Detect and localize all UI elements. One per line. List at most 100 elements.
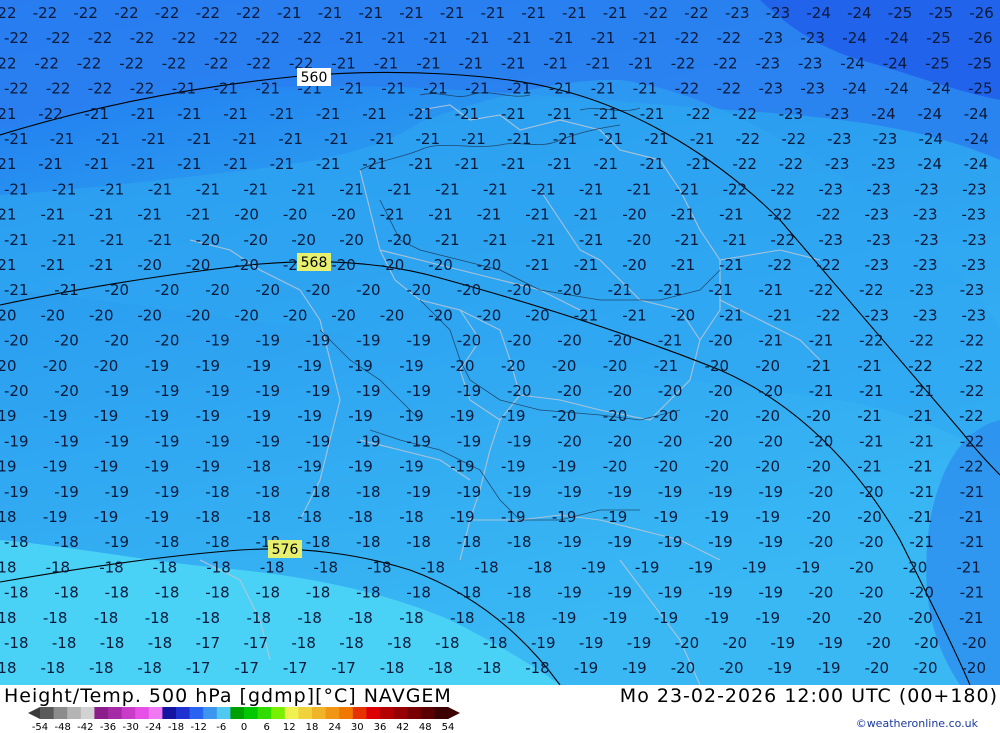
temperature-value: -21 xyxy=(908,458,933,476)
scale-color-swatch xyxy=(121,707,136,719)
temperature-value: -21 xyxy=(633,29,658,47)
temperature-value: -20 xyxy=(380,256,405,274)
temperature-value: -20 xyxy=(719,659,744,677)
temperature-value: -21 xyxy=(591,29,616,47)
temperature-value: -19 xyxy=(348,407,373,425)
temperature-value: -21 xyxy=(658,281,683,299)
temperature-value: -22 xyxy=(162,54,187,72)
temperature-value: -25 xyxy=(968,54,993,72)
temperature-value: -22 xyxy=(713,54,738,72)
temperature-value: -19 xyxy=(457,483,482,501)
temperature-value: -22 xyxy=(909,332,934,350)
scale-color-swatch xyxy=(393,707,408,719)
temperature-value: -19 xyxy=(94,508,119,526)
scale-color-swatch xyxy=(325,707,340,719)
temperature-value: -22 xyxy=(114,4,139,22)
scale-tick-label: 42 xyxy=(396,722,409,731)
temperature-value: -23 xyxy=(825,155,850,173)
temperature-value: -19 xyxy=(356,432,381,450)
temperature-value: -17 xyxy=(283,659,308,677)
temperature-value: -21 xyxy=(671,256,696,274)
temperature-value: -20 xyxy=(756,357,781,375)
temperature-value: -19 xyxy=(574,659,599,677)
isohypse-label-560: 560 xyxy=(297,68,331,86)
temperature-value: -19 xyxy=(603,609,628,627)
temperature-value: -22 xyxy=(816,256,841,274)
temperature-value: -20 xyxy=(186,306,211,324)
temperature-value: -20 xyxy=(54,332,79,350)
temperature-value: -18 xyxy=(41,659,66,677)
temperature-value: -21 xyxy=(291,180,316,198)
temperature-value: -18 xyxy=(387,634,412,652)
scale-tick-label: 36 xyxy=(374,722,387,731)
temperature-value: -21 xyxy=(531,231,556,249)
isohypse-label-560-text: 560 xyxy=(301,70,328,86)
temperature-value: -21 xyxy=(579,180,604,198)
temperature-value: -17 xyxy=(234,659,259,677)
temperature-value: -21 xyxy=(177,105,202,123)
scale-color-swatch xyxy=(40,707,54,719)
temperature-value: -19 xyxy=(608,483,633,501)
temperature-value: -19 xyxy=(579,634,604,652)
temperature-value: -21 xyxy=(409,155,434,173)
temperature-value: -19 xyxy=(501,508,526,526)
temperature-value: -20 xyxy=(675,634,700,652)
temperature-value: -21 xyxy=(50,130,74,148)
temperature-value: -20 xyxy=(525,306,550,324)
temperature-value: -23 xyxy=(866,231,891,249)
temperature-value: -23 xyxy=(756,54,781,72)
temperature-value: -19 xyxy=(4,483,29,501)
temperature-value: -21 xyxy=(586,54,611,72)
temperature-value: -20 xyxy=(186,256,211,274)
temperature-value: -20 xyxy=(671,306,696,324)
temperature-value: -21 xyxy=(41,256,66,274)
temperature-value: -18 xyxy=(205,584,230,602)
temperature-value: -18 xyxy=(528,558,553,576)
temperature-value: -25 xyxy=(888,4,913,22)
temperature-value: -25 xyxy=(968,80,993,98)
temperature-value: -18 xyxy=(145,609,170,627)
temperature-value: -24 xyxy=(918,155,943,173)
temperature-value: -21 xyxy=(594,105,619,123)
temperature-value: -21 xyxy=(809,332,834,350)
temperature-value: -20 xyxy=(41,306,66,324)
temperature-value: -22 xyxy=(204,54,229,72)
temperature-value: -21 xyxy=(233,130,258,148)
scale-tick-label: 18 xyxy=(306,722,319,731)
temperature-value: -19 xyxy=(622,659,647,677)
temperature-value: -18 xyxy=(297,508,322,526)
temperature-value: -19 xyxy=(155,382,180,400)
temperature-value: -19 xyxy=(756,508,781,526)
temperature-value: -21 xyxy=(501,105,526,123)
temperature-value: -19 xyxy=(145,458,170,476)
temperature-value: -21 xyxy=(671,206,696,224)
temperature-value: -21 xyxy=(256,80,281,98)
temperature-value: -22 xyxy=(959,458,984,476)
temperature-value: -19 xyxy=(658,584,683,602)
temperature-value: -22 xyxy=(247,54,272,72)
temperature-value: -24 xyxy=(840,54,865,72)
temperature-value: -18 xyxy=(483,634,508,652)
temperature-value: -18 xyxy=(260,558,285,576)
temperature-value: -22 xyxy=(684,4,709,22)
map-title: Height/Temp. 500 hPa [gdmp][°C] NAVGEM xyxy=(4,685,452,707)
temperature-value: -19 xyxy=(247,357,272,375)
temperature-value: -18 xyxy=(4,634,29,652)
temperature-value: -22 xyxy=(816,306,841,324)
temperature-value: -22 xyxy=(960,382,985,400)
temperature-value: -21 xyxy=(708,281,733,299)
temperature-value: -21 xyxy=(759,332,784,350)
temperature-value: -21 xyxy=(465,80,490,98)
temperature-value: -22 xyxy=(172,29,197,47)
temperature-value: -19 xyxy=(105,432,130,450)
scale-color-swatch xyxy=(162,707,177,719)
temperature-value: -20 xyxy=(507,281,532,299)
temperature-value: -21 xyxy=(96,130,121,148)
temperature-value: -21 xyxy=(859,382,884,400)
temperature-value: -21 xyxy=(553,130,578,148)
temperature-value: -22 xyxy=(675,29,700,47)
temperature-value: -19 xyxy=(818,634,843,652)
temperature-value: -19 xyxy=(816,659,841,677)
temperature-value: -18 xyxy=(399,609,424,627)
temperature-value: -21 xyxy=(644,130,669,148)
